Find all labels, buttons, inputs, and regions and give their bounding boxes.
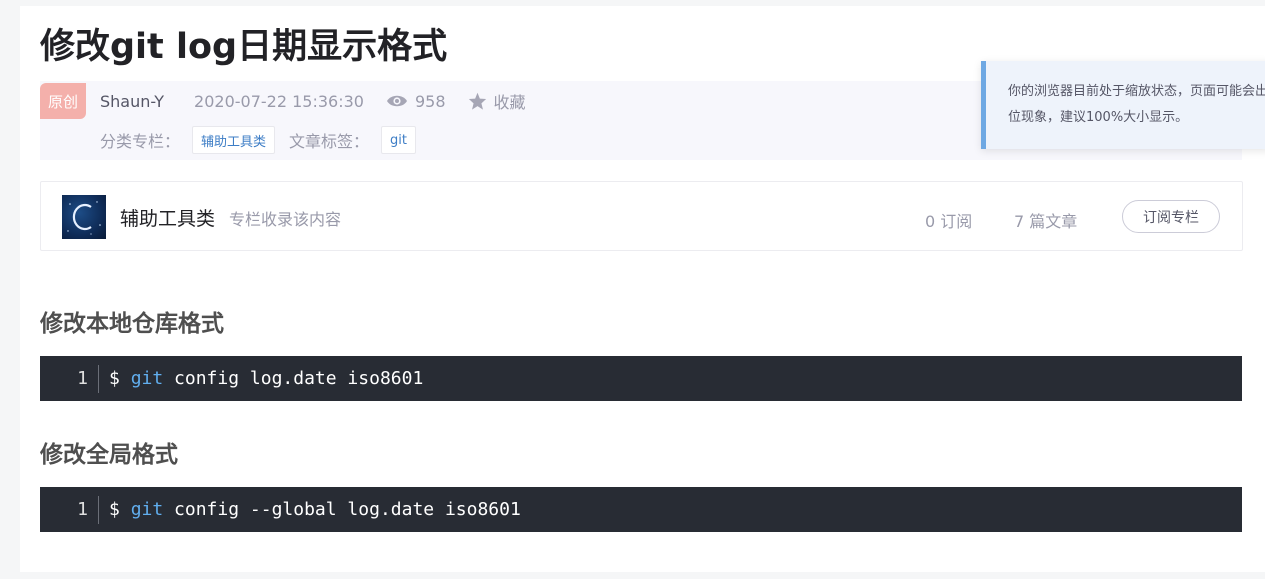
meta-info-row: Shaun-Y 2020-07-22 15:36:30 958 收藏 (100, 89, 526, 113)
code-line: $ git config --global log.date iso8601 (109, 499, 521, 520)
original-badge: 原创 (40, 83, 86, 119)
publish-date: 2020-07-22 15:36:30 (194, 91, 364, 111)
meta-tags-row: 分类专栏： 辅助工具类 文章标签： git (100, 125, 417, 155)
code-args: config log.date iso8601 (163, 368, 424, 389)
code-prompt: $ (109, 368, 131, 389)
code-line: $ git config log.date iso8601 (109, 368, 423, 389)
subscribe-column-button[interactable]: 订阅专栏 (1122, 200, 1220, 233)
code-args: config --global log.date iso8601 (163, 499, 521, 520)
category-tag[interactable]: 辅助工具类 (192, 126, 276, 154)
section-heading-local: 修改本地仓库格式 (40, 311, 224, 337)
section-heading-global: 修改全局格式 (40, 442, 178, 468)
column-cover-image (67, 201, 101, 235)
code-block-local: 1 $ git config log.date iso8601 (40, 356, 1242, 401)
collect-button[interactable]: 收藏 (468, 89, 526, 113)
column-description: 专栏收录该内容 (229, 210, 342, 229)
column-avatar[interactable] (62, 195, 106, 239)
view-count-value: 958 (414, 91, 446, 111)
author-link[interactable]: Shaun-Y (100, 92, 164, 111)
article-tag-git[interactable]: git (381, 126, 417, 154)
star-icon (468, 92, 486, 110)
article-title: 修改git log日期显示格式 (40, 27, 448, 67)
tags-label: 文章标签： (289, 132, 370, 151)
eye-icon (386, 95, 407, 107)
column-name[interactable]: 辅助工具类 (120, 204, 215, 231)
collect-label: 收藏 (493, 93, 526, 112)
toast-line-1: 你的浏览器目前处于缩放状态，页面可能会出现错 (1008, 84, 1265, 99)
column-subscribers: 0 订阅 (925, 212, 973, 231)
code-line-number: 1 (40, 364, 99, 393)
column-article-count: 7 篇文章 (1014, 212, 1078, 231)
column-card: 辅助工具类 专栏收录该内容 0 订阅 7 篇文章 订阅专栏 (40, 181, 1243, 251)
category-label: 分类专栏： (100, 132, 181, 151)
code-block-global: 1 $ git config --global log.date iso8601 (40, 487, 1242, 532)
view-count: 958 (386, 92, 446, 111)
toast-line-2: 位现象，建议100%大小显示。 (1008, 110, 1189, 125)
code-prompt: $ (109, 499, 131, 520)
zoom-warning-toast: 你的浏览器目前处于缩放状态，页面可能会出现错 位现象，建议100%大小显示。 (981, 61, 1265, 149)
code-keyword: git (130, 368, 164, 389)
code-keyword: git (130, 499, 164, 520)
code-line-number: 1 (40, 495, 99, 524)
